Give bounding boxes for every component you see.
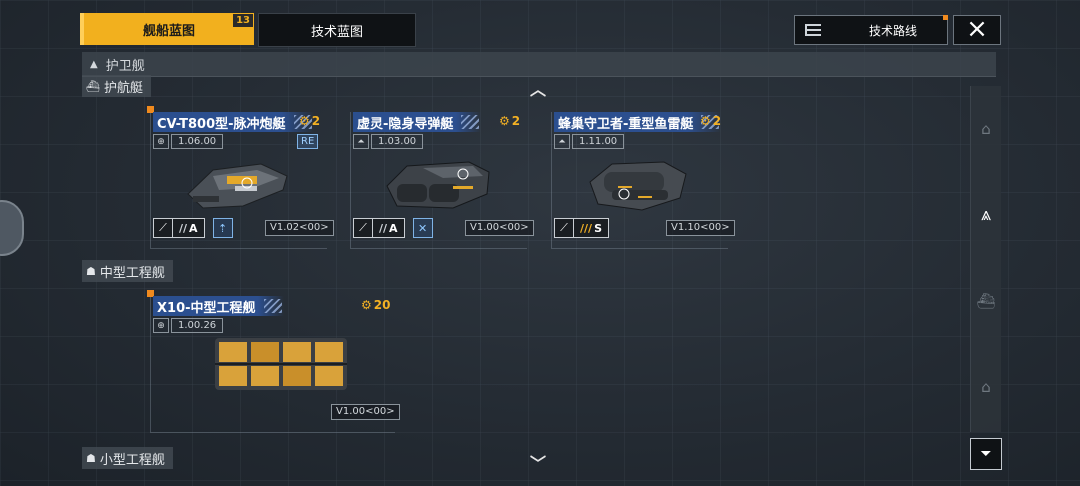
scroll-up-chevron-icon[interactable]: ︿ [530,76,546,100]
ship-grade: //A [173,218,205,238]
ship-cost-value: 2 [511,114,521,128]
close-button[interactable]: × [953,15,1001,45]
ship-grade: ///S [574,218,609,238]
subcategory-medium-engineering[interactable]: ☗ 中型工程舰 [82,260,173,282]
ship-version: ⏶ 1.11.00 [554,134,625,149]
list-icon [805,24,821,36]
ship-version-value: 1.06.00 [171,134,224,149]
ship-model-image [187,163,288,209]
engineering-type-icon[interactable]: ⛴ [971,292,1001,310]
category-title: 护卫舰 [105,58,145,74]
ship-cost: ⚙ 20 [361,298,390,312]
ship-model-image [589,161,687,211]
close-icon: × [966,14,988,44]
ship-cost-value: 2 [712,114,722,128]
version-tag: V1.10<00> [666,220,735,236]
cost-gear-icon: ⚙ [361,298,372,312]
tab-ship-blueprint-label: 舰船蓝图 [142,23,195,39]
frigate-type-icon[interactable]: ⌂ [971,120,1001,138]
escort-type-icon[interactable]: ⩓ [971,204,1001,225]
ship-class-icon: ⏶ [554,134,570,149]
tab-tech-blueprint[interactable]: 技术蓝图 [258,13,416,47]
version-tag: V1.02<00> [265,220,334,236]
ship-cost-value: 2 [311,114,321,128]
ship-stats: ⟋ //A ✕ [353,218,433,238]
subcategory-escort[interactable]: ⛴ 护航艇 [82,75,151,97]
subcategory-medium-engineering-label: 中型工程舰 [99,265,165,281]
ship-cost: ⚙ 2 [700,114,721,128]
tech-route-button[interactable]: 技术路线 [794,15,948,45]
class-icon: ⟋ [353,218,373,238]
filter-icon: ⏷ [980,446,992,462]
subcategory-small-engineering-label: 小型工程舰 [99,452,165,468]
notification-dot [943,15,948,20]
triangle-up-icon: ▲ [90,58,98,70]
tab-ship-blueprint[interactable]: 舰船蓝图 13 [80,13,254,45]
ship-name: 虚灵-隐身导弹艇 [353,112,482,132]
ship-card[interactable]: X10-中型工程舰 ⚙ 20 ⊕ 1.00.26 V1.00<00> [147,290,400,433]
ship-version: ⊕ 1.06.00 [153,134,224,149]
version-tag: V1.00<00> [465,220,534,236]
ship-grade: //A [373,218,405,238]
subcategory-small-engineering[interactable]: ☗ 小型工程舰 [82,447,173,469]
engineering-ship-icon: ☗ [86,264,96,278]
cost-gear-icon: ⚙ [299,114,310,128]
subcategory-escort-label: 护航艇 [103,80,143,96]
ship-name: CV-T800型-脉冲炮艇 [153,112,314,132]
engineering-ship-icon: ☗ [86,451,96,465]
ship-stats: ⟋ //A ⇡ [153,218,233,238]
filter-button[interactable]: ⏷ [970,438,1002,470]
tech-route-label: 技术路线 [869,23,918,38]
pulse-weapon-icon: ⇡ [212,218,233,238]
globe-icon: ⊕ [153,134,169,149]
ship-name: X10-中型工程舰 [153,296,284,316]
ship-version-value: 1.03.00 [371,134,424,149]
version-tag: V1.00<00> [331,404,400,420]
ship-type-filter-rail: ⌂ ⩓ ⛴ ⌂ [970,86,1001,432]
class-icon: ⟋ [554,218,574,238]
ship-card[interactable]: 虚灵-隐身导弹艇 ⚙ 2 ⏶ 1.03.00 ⟋ //A ✕ V1.00<00> [350,112,534,249]
tab-count-badge: 13 [232,13,254,28]
globe-icon: ⊕ [153,318,169,333]
ship-cost: ⚙ 2 [499,114,520,128]
category-header[interactable]: ▲ 护卫舰 [82,52,996,77]
ship-card[interactable]: 蜂巢守卫者-重型鱼雷艇 ⚙ 2 ⏶ 1.11.00 ⟋ ///S V1.10<0… [551,112,735,249]
ship-name: 蜂巢守卫者-重型鱼雷艇 [554,112,722,132]
cost-gear-icon: ⚙ [700,114,711,128]
ship-card[interactable]: CV-T800型-脉冲炮艇 ⚙ 2 ⊕ 1.06.00 RE ⟋ //A ⇡ V… [147,106,334,249]
ship-model-image [215,338,347,390]
escort-ship-icon: ⛴ [86,79,100,93]
scroll-down-chevron-icon[interactable]: ﹀ [530,450,546,474]
missile-weapon-icon: ✕ [412,218,433,238]
class-icon: ⟋ [153,218,173,238]
ship-class-icon: ⏶ [353,134,369,149]
carrier-type-icon[interactable]: ⌂ [971,378,1001,396]
ship-version: ⏶ 1.03.00 [353,134,424,149]
ship-cost: ⚙ 2 [299,114,320,128]
tab-tech-blueprint-label: 技术蓝图 [310,24,363,40]
ship-version-value: 1.11.00 [572,134,625,149]
ship-model-image [386,161,490,209]
re-badge: RE [297,134,319,149]
ship-cost-value: 20 [373,298,391,312]
cost-gear-icon: ⚙ [499,114,510,128]
ship-stats: ⟋ ///S [554,218,617,238]
